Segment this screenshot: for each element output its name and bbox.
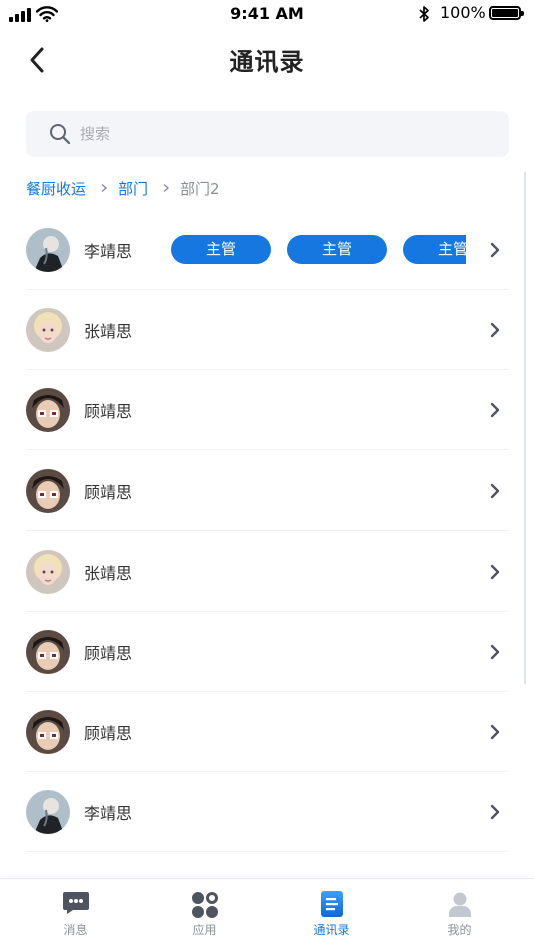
divider bbox=[26, 449, 508, 450]
tab-label: 应用 bbox=[192, 923, 217, 937]
search-input[interactable] bbox=[80, 119, 480, 149]
chevron-right-icon bbox=[490, 564, 500, 580]
role-tag[interactable]: 主管 bbox=[287, 235, 387, 264]
tab-label: 通讯录 bbox=[313, 923, 350, 937]
role-tags: 主管 主管 主管 bbox=[171, 235, 466, 265]
contact-row[interactable]: 李靖思 主管 主管 主管 bbox=[0, 210, 520, 290]
contact-row[interactable]: 顾靖思 bbox=[0, 370, 520, 450]
avatar bbox=[26, 308, 70, 352]
contact-row[interactable]: 李靖思 bbox=[0, 772, 520, 852]
contacts-icon bbox=[320, 891, 343, 917]
apps-icon bbox=[191, 892, 218, 918]
contact-name: 顾靖思 bbox=[84, 483, 133, 502]
contact-name: 李靖思 bbox=[84, 804, 133, 823]
role-tag[interactable]: 主管 bbox=[403, 235, 466, 264]
bluetooth-icon bbox=[419, 6, 429, 22]
contact-row[interactable]: 顾靖思 bbox=[0, 612, 520, 692]
tab-apps[interactable]: 应用 bbox=[138, 879, 271, 951]
battery-percentage: 100% bbox=[440, 3, 486, 22]
divider bbox=[26, 530, 508, 531]
contact-name: 顾靖思 bbox=[84, 644, 133, 663]
breadcrumb-item-department[interactable]: 部门 bbox=[118, 178, 148, 199]
chevron-right-icon bbox=[490, 402, 500, 418]
contact-name: 顾靖思 bbox=[84, 724, 133, 743]
breadcrumb: 餐厨收运 部门 部门2 bbox=[26, 176, 220, 200]
chevron-right-icon bbox=[490, 483, 500, 499]
avatar bbox=[26, 550, 70, 594]
tab-contacts[interactable]: 通讯录 bbox=[265, 879, 398, 951]
profile-icon bbox=[448, 892, 471, 917]
contact-row[interactable]: 顾靖思 bbox=[0, 692, 520, 772]
avatar bbox=[26, 388, 70, 432]
tab-label: 消息 bbox=[63, 923, 88, 937]
tab-messages[interactable]: 消息 bbox=[9, 879, 142, 951]
chevron-right-icon bbox=[490, 644, 500, 660]
contact-row[interactable]: 张靖思 bbox=[0, 532, 520, 612]
search-icon bbox=[50, 124, 71, 145]
contact-name: 李靖思 bbox=[84, 242, 133, 261]
role-tag[interactable]: 主管 bbox=[171, 235, 271, 264]
contact-row[interactable]: 张靖思 bbox=[0, 290, 520, 370]
contact-row[interactable]: 顾靖思 bbox=[0, 451, 520, 531]
scrollbar[interactable] bbox=[524, 172, 526, 684]
avatar bbox=[26, 790, 70, 834]
divider bbox=[26, 851, 508, 852]
status-bar: 9:41 AM 100% bbox=[0, 0, 534, 28]
tab-profile[interactable]: 我的 bbox=[393, 879, 526, 951]
chevron-right-icon bbox=[490, 724, 500, 740]
contact-name: 张靖思 bbox=[84, 322, 133, 341]
chevron-right-icon bbox=[101, 184, 108, 192]
avatar bbox=[26, 228, 70, 272]
breadcrumb-item-current: 部门2 bbox=[180, 179, 220, 198]
message-icon bbox=[62, 892, 89, 914]
tab-label: 我的 bbox=[447, 923, 472, 937]
avatar bbox=[26, 710, 70, 754]
nav-bar: 通讯录 bbox=[0, 28, 534, 92]
avatar bbox=[26, 630, 70, 674]
chevron-right-icon bbox=[490, 322, 500, 338]
page-title: 通讯录 bbox=[229, 48, 305, 76]
battery-icon bbox=[489, 6, 524, 20]
chevron-right-icon bbox=[163, 184, 170, 192]
avatar bbox=[26, 469, 70, 513]
chevron-right-icon bbox=[490, 804, 500, 820]
tab-bar: 消息 应用 通讯录 我的 bbox=[0, 878, 534, 951]
breadcrumb-item-kitchen-collection[interactable]: 餐厨收运 bbox=[26, 178, 86, 199]
chevron-right-icon bbox=[490, 242, 500, 258]
search-box[interactable] bbox=[26, 111, 509, 157]
contact-name: 顾靖思 bbox=[84, 402, 133, 421]
contact-name: 张靖思 bbox=[84, 564, 133, 583]
